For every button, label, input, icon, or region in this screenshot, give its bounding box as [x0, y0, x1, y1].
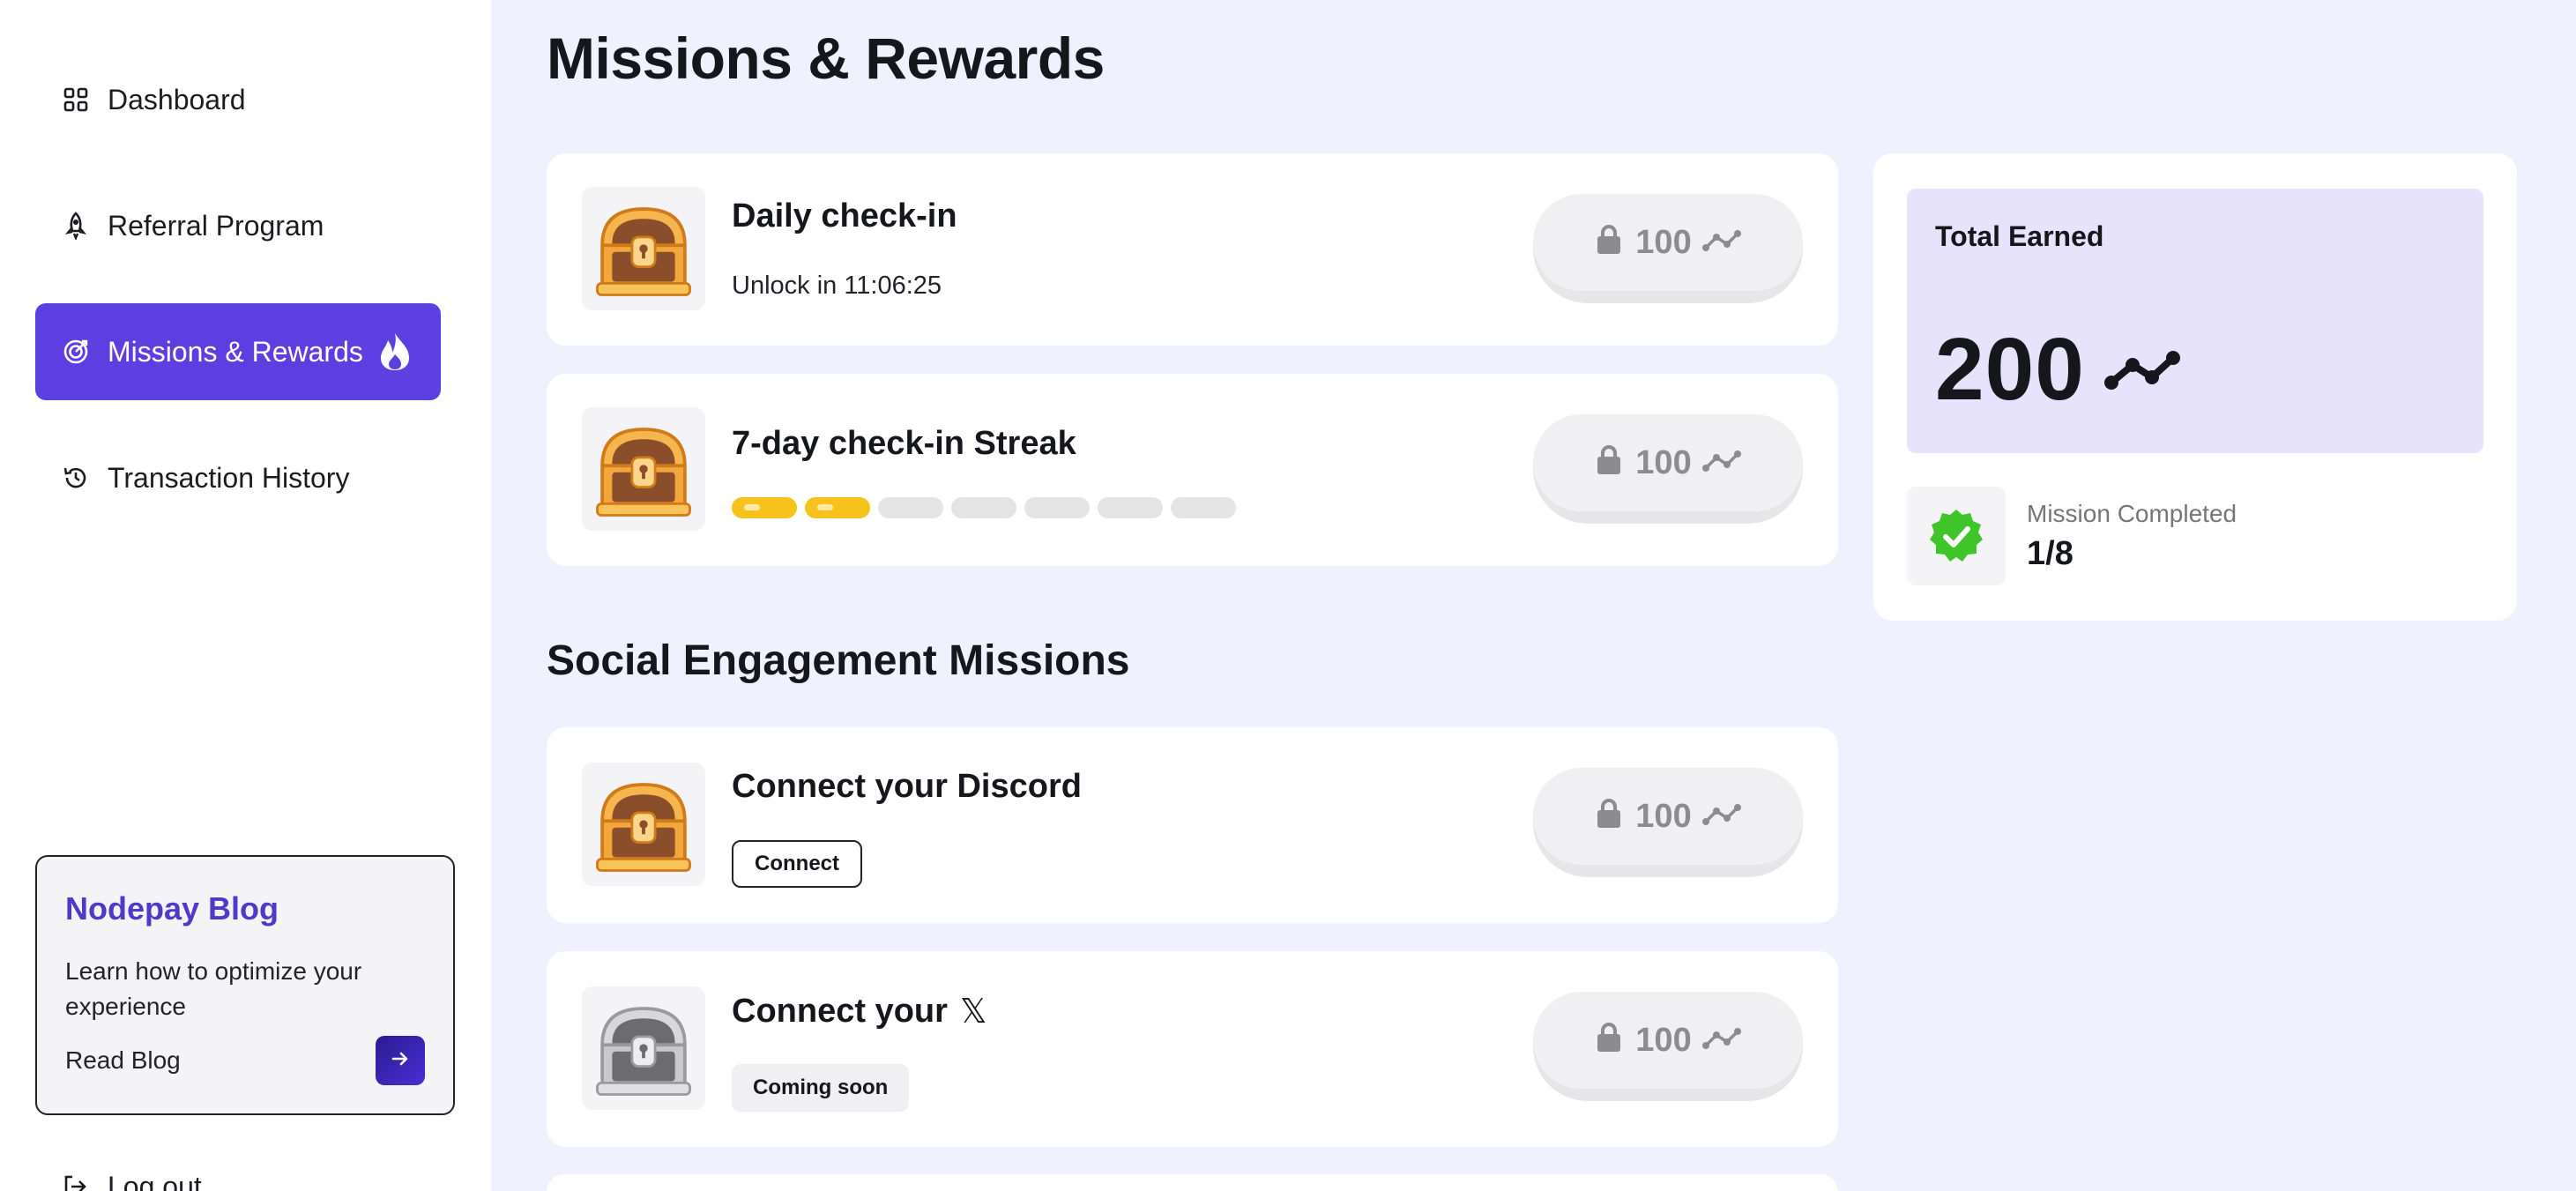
read-blog-link[interactable]: Read Blog — [65, 1046, 181, 1075]
reward-amount: 100 — [1635, 797, 1692, 835]
sidebar-item-transaction-history[interactable]: Transaction History — [35, 429, 441, 526]
treasure-chest-gold-icon — [582, 407, 705, 531]
total-earned-amount: 200 — [1935, 320, 2085, 419]
mission-title: 7-day check-in Streak — [732, 425, 1076, 462]
reward-amount: 100 — [1635, 443, 1692, 481]
mission-unlock-timer: Unlock in 11:06:25 — [732, 272, 942, 300]
sidebar-item-referral-program[interactable]: Referral Program — [35, 177, 441, 274]
mission-card-7-day-streak: 7-day check-in Streak 100 — [547, 374, 1838, 566]
treasure-chest-silver-icon — [582, 986, 705, 1110]
reward-amount: 100 — [1635, 1021, 1692, 1059]
nodepay-points-icon — [1700, 801, 1743, 831]
arrow-right-icon — [390, 1048, 411, 1074]
blog-title: Nodepay Blog — [65, 890, 279, 927]
sidebar-item-label: Missions & Rewards — [108, 335, 363, 368]
read-blog-button[interactable] — [376, 1036, 425, 1085]
nodepay-points-icon — [1700, 448, 1743, 478]
claim-reward-button[interactable]: 100 — [1533, 194, 1803, 303]
reward-amount: 100 — [1635, 223, 1692, 261]
total-earned-value: 200 — [1935, 319, 2180, 421]
blog-description: Learn how to optimize your experience — [65, 957, 362, 1020]
history-icon — [62, 464, 90, 492]
lock-icon — [1595, 1022, 1623, 1059]
streak-segment-completed — [732, 497, 797, 518]
nodepay-points-icon — [1700, 227, 1743, 257]
streak-segment-pending — [1171, 497, 1236, 518]
claim-reward-button[interactable]: 100 — [1533, 414, 1803, 524]
connect-discord-button[interactable]: Connect — [732, 840, 862, 888]
mission-card-partial — [547, 1174, 1838, 1191]
sidebar-item-label: Referral Program — [108, 209, 324, 242]
mission-card-connect-x: Connect your 𝕏 Coming soon 100 — [547, 951, 1838, 1147]
treasure-chest-gold-icon — [582, 187, 705, 310]
flame-icon — [377, 331, 413, 372]
mission-completed: Mission Completed 1/8 — [1907, 487, 2237, 585]
blog-card: Nodepay Blog Learn how to optimize your … — [35, 855, 455, 1115]
section-title-social: Social Engagement Missions — [547, 637, 1130, 684]
lock-icon — [1595, 798, 1623, 835]
stats-card: Total Earned 200 Mission Completed 1/8 — [1873, 153, 2517, 621]
sidebar-item-label: Transaction History — [108, 461, 350, 494]
sidebar-item-label: Dashboard — [108, 83, 246, 115]
logout-button[interactable]: Log out — [62, 1171, 202, 1191]
target-icon — [62, 338, 90, 366]
streak-segment-pending — [1098, 497, 1163, 518]
logout-icon — [62, 1173, 90, 1191]
mission-completed-value: 1/8 — [2027, 534, 2073, 572]
sidebar-item-dashboard[interactable]: Dashboard — [35, 51, 441, 148]
streak-segment-pending — [951, 497, 1016, 518]
coming-soon-badge: Coming soon — [732, 1064, 910, 1112]
nodepay-points-icon — [2103, 347, 2180, 393]
total-earned-panel: Total Earned 200 — [1907, 189, 2483, 453]
mission-title: Daily check-in — [732, 197, 957, 234]
streak-segment-pending — [878, 497, 943, 518]
x-logo-icon: 𝕏 — [959, 994, 987, 1031]
rocket-icon — [62, 212, 90, 240]
nodepay-points-icon — [1700, 1025, 1743, 1055]
sidebar: Dashboard Referral Program Missions & Re… — [0, 0, 491, 1191]
streak-segment-pending — [1024, 497, 1090, 518]
streak-progress — [732, 497, 1236, 518]
page-title: Missions & Rewards — [547, 26, 1105, 91]
treasure-chest-gold-icon — [582, 763, 705, 886]
mission-card-daily-check-in: Daily check-in Unlock in 11:06:25 100 — [547, 153, 1838, 346]
mission-card-connect-discord: Connect your Discord Connect 100 — [547, 727, 1838, 923]
lock-icon — [1595, 224, 1623, 261]
lock-icon — [1595, 444, 1623, 481]
logout-label: Log out — [108, 1171, 202, 1191]
claim-reward-button[interactable]: 100 — [1533, 992, 1803, 1101]
mission-title: Connect your 𝕏 — [732, 992, 987, 1031]
grid-icon — [62, 86, 90, 114]
mission-title: Connect your Discord — [732, 768, 1082, 805]
mission-completed-label: Mission Completed — [2027, 499, 2237, 527]
mission-title-text: Connect your — [732, 993, 948, 1030]
verified-check-icon — [1907, 487, 2006, 585]
total-earned-label: Total Earned — [1935, 220, 2104, 252]
streak-segment-completed — [805, 497, 870, 518]
claim-reward-button[interactable]: 100 — [1533, 768, 1803, 877]
sidebar-item-missions-rewards[interactable]: Missions & Rewards — [35, 303, 441, 400]
